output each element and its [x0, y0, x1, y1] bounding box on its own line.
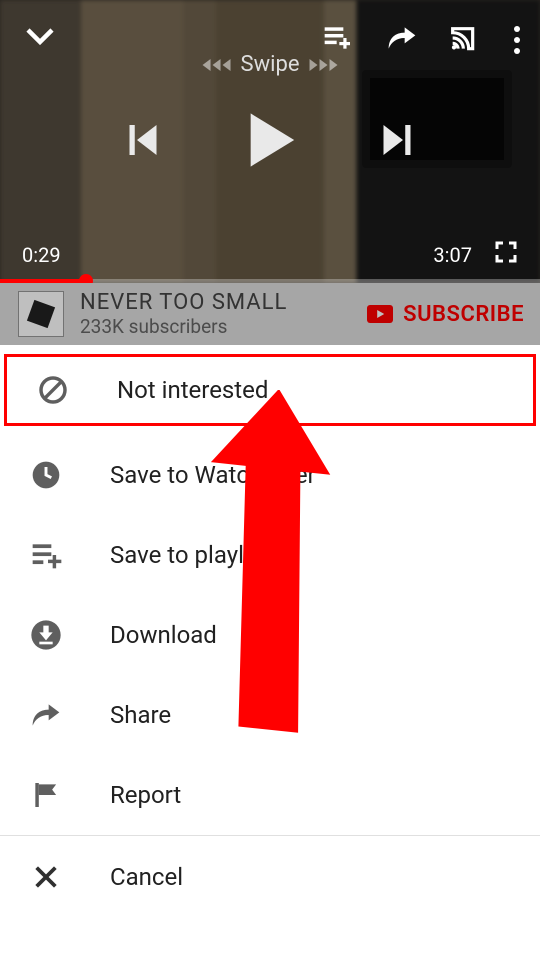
channel-text-block[interactable]: NEVER TOO SMALL 233K subscribers: [80, 290, 367, 338]
menu-label: Not interested: [117, 376, 268, 404]
menu-label: Share: [110, 701, 171, 729]
swipe-label: Swipe: [241, 52, 300, 77]
fullscreen-icon: [494, 240, 518, 264]
video-player[interactable]: Swipe 0:29 3:07: [0, 0, 540, 283]
subscriber-count: 233K subscribers: [80, 315, 367, 338]
playback-controls: [125, 109, 415, 175]
youtube-icon: [367, 305, 393, 323]
channel-info-row: NEVER TOO SMALL 233K subscribers SUBSCRI…: [0, 283, 540, 345]
menu-label: Cancel: [110, 863, 183, 891]
menu-label: Download: [110, 621, 217, 649]
previous-button[interactable]: [125, 120, 161, 164]
menu-not-interested[interactable]: Not interested: [7, 357, 533, 423]
more-options-button[interactable]: [514, 26, 520, 54]
player-bottom-row: 0:29 3:07: [0, 240, 540, 269]
subscribe-label: SUBSCRIBE: [403, 302, 524, 327]
clock-icon: [30, 459, 62, 491]
more-vert-icon: [514, 26, 520, 32]
menu-watch-later[interactable]: Save to Watch later: [0, 435, 540, 515]
download-icon: [30, 619, 62, 651]
not-interested-icon: [37, 374, 69, 406]
play-button[interactable]: [241, 109, 299, 175]
menu-cancel[interactable]: Cancel: [0, 836, 540, 918]
duration-label: 3:07: [433, 243, 472, 267]
playlist-add-icon: [322, 22, 354, 54]
options-bottom-sheet: Not interested Save to Watch later Save …: [0, 354, 540, 918]
skip-next-icon: [379, 120, 415, 160]
current-time-label: 0:29: [22, 243, 61, 267]
share-arrow-icon: [30, 699, 62, 731]
channel-avatar[interactable]: [18, 291, 64, 337]
share-top-button[interactable]: [386, 22, 418, 58]
highlight-annotation: Not interested: [4, 354, 536, 426]
menu-download[interactable]: Download: [0, 595, 540, 675]
fullscreen-button[interactable]: [494, 240, 518, 269]
swipe-hint: Swipe: [203, 52, 338, 77]
close-icon: [32, 863, 60, 891]
menu-label: Save to Watch later: [110, 461, 316, 489]
swipe-left-arrows-icon: [203, 59, 231, 71]
cast-icon: [450, 22, 482, 54]
menu-label: Report: [110, 781, 181, 809]
subscribe-button[interactable]: SUBSCRIBE: [367, 302, 524, 327]
play-icon: [241, 109, 299, 171]
swipe-right-arrows-icon: [309, 59, 337, 71]
channel-title: NEVER TOO SMALL: [80, 290, 367, 315]
menu-label: Save to playlist: [110, 541, 270, 569]
menu-share[interactable]: Share: [0, 675, 540, 755]
menu-save-playlist[interactable]: Save to playlist: [0, 515, 540, 595]
menu-report[interactable]: Report: [0, 755, 540, 835]
playlist-add-icon: [30, 539, 62, 571]
skip-previous-icon: [125, 120, 161, 160]
next-button[interactable]: [379, 120, 415, 164]
share-arrow-icon: [386, 22, 418, 54]
flag-icon: [30, 779, 62, 811]
avatar-image: [27, 300, 55, 328]
cast-button[interactable]: [450, 22, 482, 58]
